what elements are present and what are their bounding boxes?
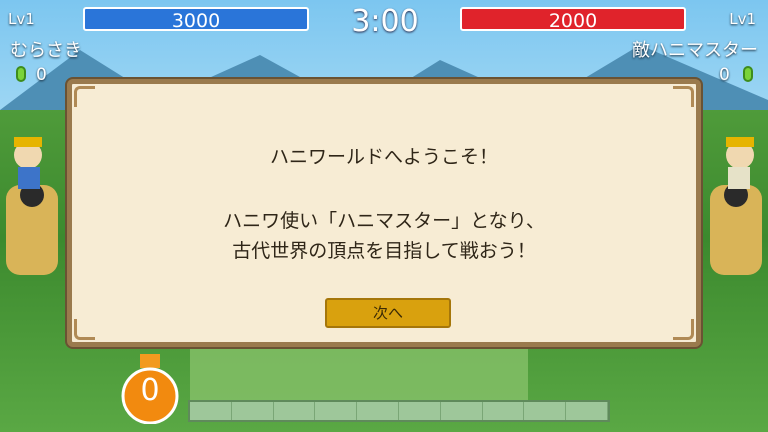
- enemy-hp-bar: 2000: [460, 7, 686, 32]
- lane-field: [190, 340, 528, 400]
- enemy-tower: [710, 137, 762, 275]
- player-hp-bar: 3000: [83, 7, 309, 32]
- enemy-gem-icon: [743, 66, 753, 82]
- player-level: Lv1: [8, 10, 35, 28]
- dialog-corner: [74, 319, 95, 340]
- dialog-corner: [673, 319, 694, 340]
- next-button[interactable]: 次へ: [325, 298, 451, 328]
- welcome-dialog: ハニワールドへようこそ！ ハニワ使い「ハニマスター」となり、 古代世界の頂点を目…: [67, 79, 701, 347]
- dialog-corner: [673, 86, 694, 107]
- dialog-message-line: 古代世界の頂点を目指して戦おう！: [232, 240, 536, 262]
- money-gauge: [188, 400, 610, 422]
- player-tower: [6, 137, 58, 275]
- money-value: 0: [140, 373, 160, 408]
- player-gem-icon: [16, 66, 26, 82]
- dialog-message-line: ハニワールドへようこそ！: [269, 146, 498, 168]
- player-gem-count: 0: [36, 65, 47, 85]
- dialog-corner: [74, 86, 95, 107]
- player-name: むらさき: [10, 40, 82, 61]
- battle-timer: 3:00: [351, 4, 419, 39]
- enemy-gem-count: 0: [719, 65, 730, 85]
- enemy-level: Lv1: [729, 10, 756, 28]
- enemy-name: 敵ハニマスター: [632, 40, 758, 61]
- dialog-message-line: ハニワ使い「ハニマスター」となり、: [223, 210, 545, 232]
